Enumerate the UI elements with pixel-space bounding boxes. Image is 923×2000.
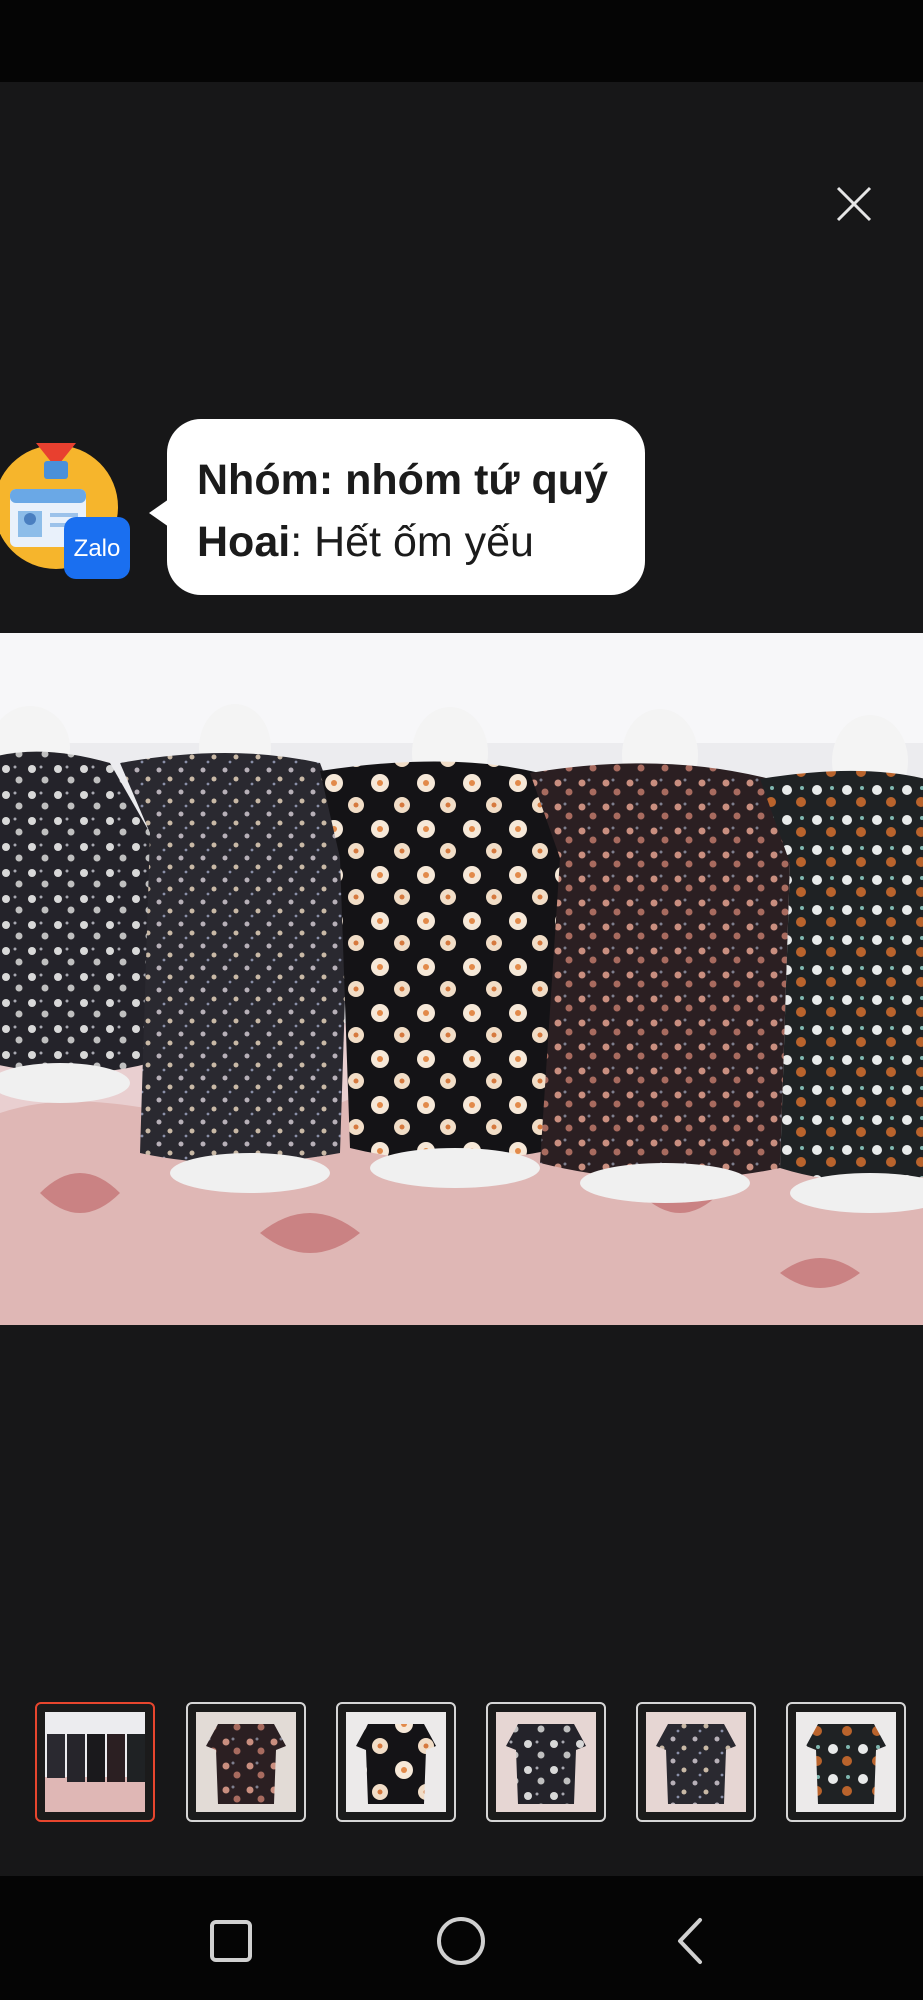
thumbnail-4[interactable] [486,1702,606,1822]
square-icon [210,1920,252,1962]
status-bar [0,0,923,82]
group-name: nhóm tứ quý [333,456,608,504]
thumbnail-6[interactable] [786,1702,906,1822]
thumbnail-1[interactable] [35,1702,155,1822]
back-button[interactable] [656,1906,726,1976]
message-line: Hoai: Hết ốm yếu [197,511,625,573]
thumbnail-3[interactable] [336,1702,456,1822]
main-product-image[interactable] [0,633,923,1325]
group-label: Nhóm: [197,456,334,504]
zalo-badge-text: Zalo [74,535,121,562]
thumbnail-blouse-6-icon [796,1712,896,1812]
thumbnail-blouse-4-icon [496,1712,596,1812]
close-button[interactable] [832,182,876,226]
group-line: Nhóm: nhóm tứ quý [197,449,625,511]
thumbnail-blouse-3-icon [346,1712,446,1812]
thumbnail-2[interactable] [186,1702,306,1822]
home-button[interactable] [426,1906,496,1976]
message-text: : Hết ốm yếu [290,518,534,566]
navigation-bar [0,1876,923,2000]
zalo-app-icon[interactable]: Zalo [0,443,132,585]
sender-name: Hoai [197,518,291,566]
close-icon [836,186,872,222]
thumbnail-group-photo-icon [45,1712,145,1812]
thumbnail-strip [0,1700,923,1830]
recents-button[interactable] [196,1906,266,1976]
back-chevron-icon [678,1918,702,1964]
bubble-tail [149,499,169,527]
thumbnail-blouse-2-icon [196,1712,296,1812]
thumbnail-5[interactable] [636,1702,756,1822]
circle-icon [437,1917,485,1965]
thumbnail-blouse-5-icon [646,1712,746,1812]
notification-bubble[interactable]: Nhóm: nhóm tứ quý Hoai: Hết ốm yếu [149,419,645,595]
